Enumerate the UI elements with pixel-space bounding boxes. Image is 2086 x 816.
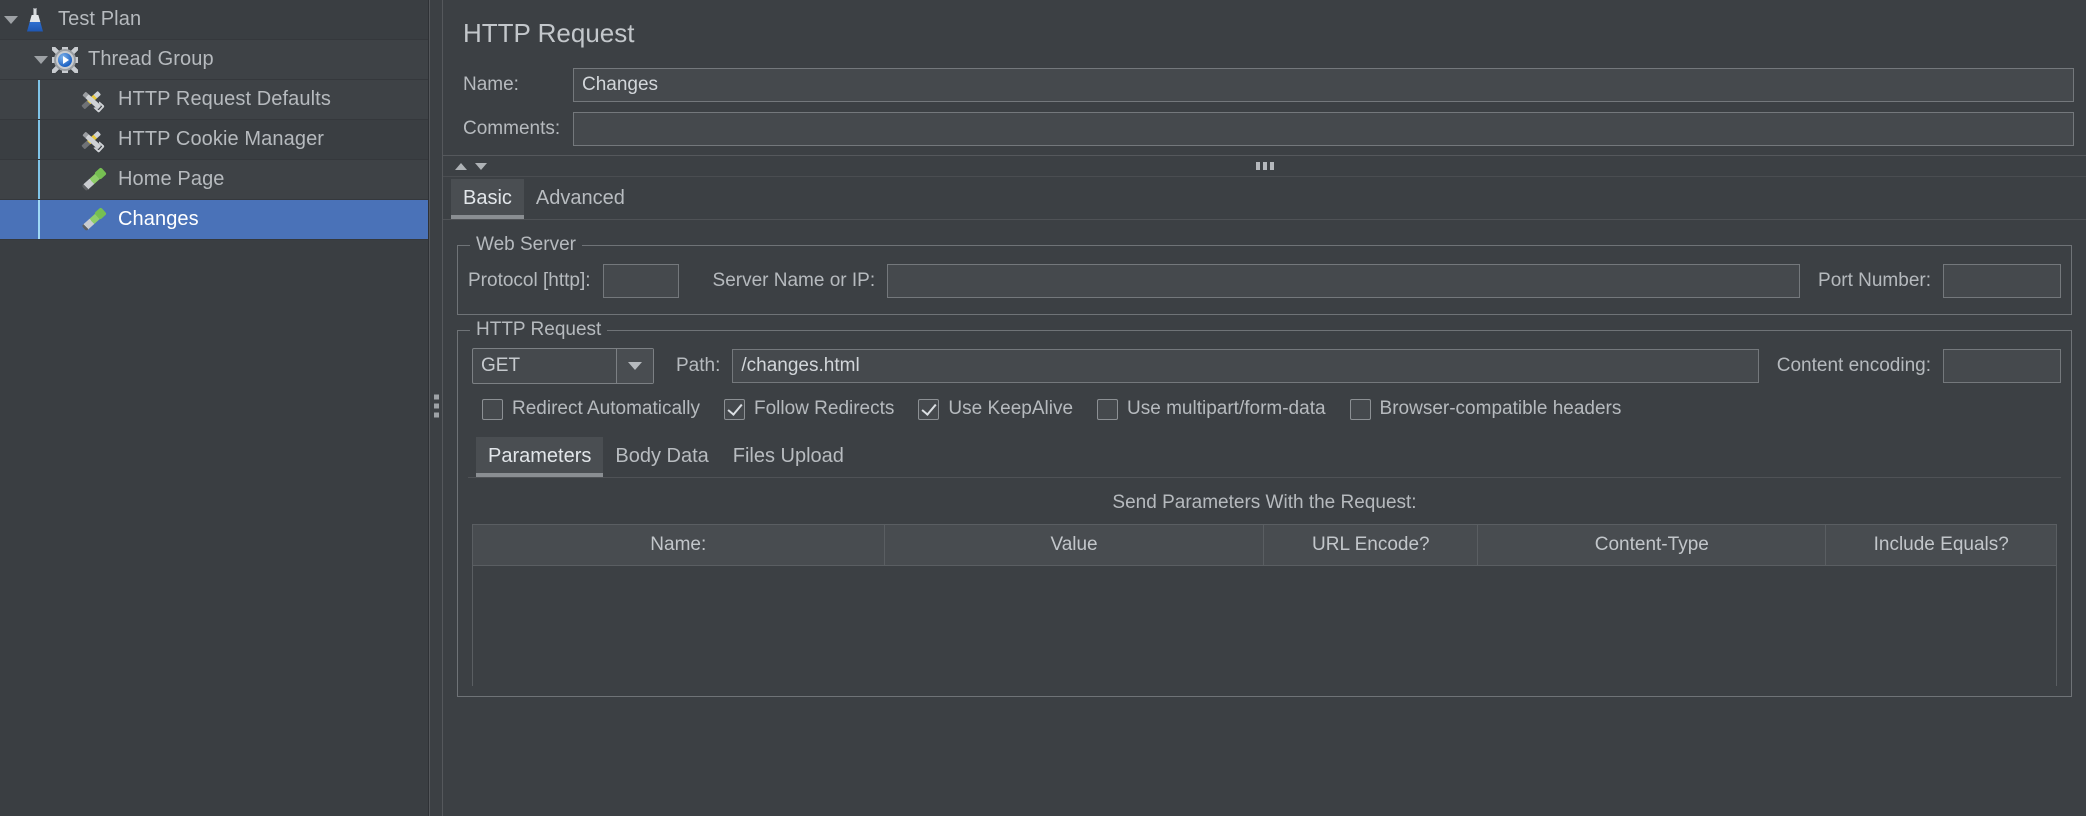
checkbox-label: Use multipart/form-data — [1127, 398, 1326, 419]
checkbox-browser-compatible-headers[interactable]: Browser-compatible headers — [1349, 398, 1622, 420]
tree-node-test-plan[interactable]: Test Plan — [0, 0, 428, 40]
jmeter-window: Test Plan Thread Group HTTP Request Defa… — [0, 0, 2086, 816]
method-path-row: GET Path: Content encoding: — [468, 343, 2061, 389]
tab-body-data[interactable]: Body Data — [603, 437, 720, 477]
parameters-table-caption: Send Parameters With the Request: — [1112, 492, 1417, 513]
tree-guide-line — [38, 160, 40, 199]
tree-node-thread-group[interactable]: Thread Group — [0, 40, 428, 80]
comments-label: Comments: — [463, 118, 561, 139]
page-title: HTTP Request — [463, 18, 635, 48]
tab-parameters[interactable]: Parameters — [476, 437, 604, 477]
main-tab-strip[interactable]: Basic Advanced — [443, 177, 2086, 220]
web-server-group: Web Server Protocol [http]: Server Name … — [457, 234, 2072, 315]
port-number-label: Port Number: — [1818, 270, 1931, 291]
comments-field-row: Comments: — [443, 107, 2086, 151]
checkbox-label: Use KeepAlive — [948, 398, 1074, 419]
path-input[interactable] — [732, 349, 1759, 383]
tree-node-home-page[interactable]: Home Page — [0, 160, 428, 200]
method-value: GET — [481, 355, 521, 376]
protocol-input[interactable] — [602, 264, 679, 298]
column-header-value[interactable]: Value — [885, 525, 1265, 565]
tree-guide-line — [38, 200, 40, 239]
checkbox-label: Follow Redirects — [753, 398, 895, 419]
http-request-editor: HTTP Request Name: Comments: Basic Advan… — [443, 0, 2086, 816]
server-name-input[interactable] — [887, 264, 1801, 298]
checkbox-box[interactable] — [723, 398, 745, 420]
expand-twisty-test-plan[interactable] — [0, 15, 22, 24]
protocol-label: Protocol [http]: — [468, 270, 591, 291]
config-tools-icon — [81, 127, 108, 153]
content-encoding-input[interactable] — [1943, 349, 2061, 383]
method-combobox[interactable]: GET — [472, 348, 654, 384]
test-plan-tree[interactable]: Test Plan Thread Group HTTP Request Defa… — [0, 0, 429, 816]
collapse-down-icon[interactable] — [475, 162, 487, 170]
checkbox-box[interactable] — [482, 398, 503, 420]
parameter-tab-strip[interactable]: Parameters Body Data Files Upload — [468, 435, 2061, 478]
checkbox-box[interactable] — [1349, 398, 1371, 420]
port-number-input[interactable] — [1943, 264, 2061, 298]
tree-node-http-cookie-manager[interactable]: HTTP Cookie Manager — [0, 120, 428, 160]
comments-input[interactable] — [573, 112, 2074, 146]
name-label: Name: — [463, 74, 519, 95]
table-body[interactable] — [473, 565, 2056, 686]
request-options-row: Redirect Automatically Follow Redirects … — [468, 389, 2061, 429]
checkbox-follow-redirects[interactable]: Follow Redirects — [723, 398, 895, 420]
checkbox-box[interactable] — [918, 398, 940, 420]
path-label: Path: — [676, 355, 721, 376]
column-header-name[interactable]: Name: — [473, 525, 885, 565]
parameters-table[interactable]: Name: Value URL Encode? Content-Type Inc… — [472, 524, 2057, 686]
http-request-group: HTTP Request GET Path: Content encoding:… — [457, 319, 2072, 697]
flask-icon — [22, 7, 48, 33]
splitter-dots-icon[interactable] — [1255, 162, 1274, 170]
checkbox-label: Redirect Automatically — [512, 398, 700, 419]
tree-guide-line — [38, 120, 40, 159]
expand-twisty-thread-group[interactable] — [30, 55, 52, 64]
web-server-row: Protocol [http]: Server Name or IP: Port… — [468, 258, 2061, 304]
checkbox-box[interactable] — [1097, 398, 1119, 420]
tree-node-label: HTTP Request Defaults — [118, 88, 331, 110]
checkbox-use-multipart-form-data[interactable]: Use multipart/form-data — [1097, 398, 1326, 420]
splitter-grip[interactable] — [434, 394, 439, 422]
chevron-down-icon[interactable] — [616, 349, 653, 383]
table-header-row: Name: Value URL Encode? Content-Type Inc… — [473, 525, 2056, 565]
column-header-url-encode[interactable]: URL Encode? — [1264, 525, 1479, 565]
sampler-pen-icon — [81, 166, 108, 193]
checkbox-redirect-automatically[interactable]: Redirect Automatically — [482, 398, 700, 420]
tree-guide-line — [38, 80, 40, 119]
tree-node-label: Test Plan — [58, 8, 142, 30]
sampler-pen-icon — [81, 206, 108, 233]
content-encoding-label: Content encoding: — [1776, 355, 1931, 376]
web-server-legend: Web Server — [476, 234, 576, 255]
tree-node-label: Home Page — [118, 168, 225, 190]
tree-node-http-request-defaults[interactable]: HTTP Request Defaults — [0, 80, 428, 120]
panel-splitter-vertical[interactable] — [429, 0, 443, 816]
tree-node-label: Thread Group — [88, 48, 214, 70]
splitter-collapse-arrows[interactable] — [455, 162, 487, 170]
collapse-up-icon[interactable] — [455, 162, 467, 170]
tab-advanced[interactable]: Advanced — [524, 179, 637, 219]
name-field-row: Name: — [443, 63, 2086, 107]
checkbox-label: Browser-compatible headers — [1379, 398, 1622, 419]
basic-tab-content: Web Server Protocol [http]: Server Name … — [443, 220, 2086, 816]
tree-node-changes[interactable]: Changes — [0, 200, 428, 240]
tree-node-label: Changes — [118, 208, 199, 230]
column-header-include-equals[interactable]: Include Equals? — [1826, 525, 2056, 565]
column-header-content-type[interactable]: Content-Type — [1478, 525, 1827, 565]
name-input[interactable] — [573, 68, 2074, 102]
server-name-label: Server Name or IP: — [712, 270, 876, 291]
tab-files-upload[interactable]: Files Upload — [721, 437, 856, 477]
tab-basic[interactable]: Basic — [451, 179, 524, 219]
tree-node-label: HTTP Cookie Manager — [118, 128, 325, 150]
checkbox-use-keepalive[interactable]: Use KeepAlive — [918, 398, 1073, 420]
config-tools-icon — [81, 87, 108, 113]
gear-icon — [52, 46, 78, 73]
editor-splitter-horizontal[interactable] — [443, 155, 2086, 177]
http-request-legend: HTTP Request — [476, 319, 602, 340]
